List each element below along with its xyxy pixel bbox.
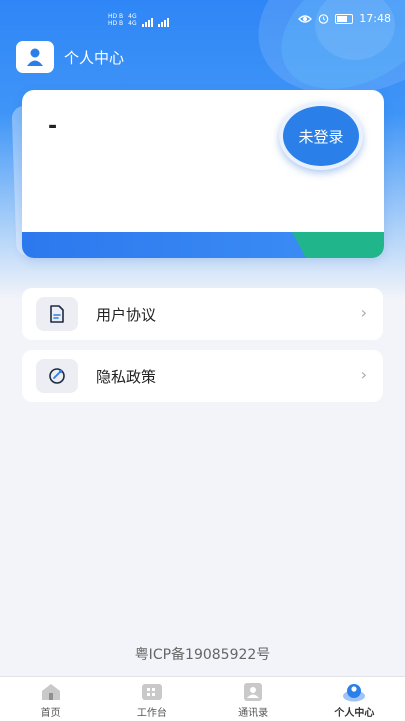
sim1-signal: HD B HD B (108, 14, 123, 27)
tab-workbench[interactable]: 工作台 (101, 677, 202, 721)
avatar (16, 41, 54, 73)
network-type: 4G 4G (128, 14, 136, 27)
card-band-blue (22, 232, 322, 258)
contacts-icon (244, 683, 263, 701)
profile-icon (343, 684, 366, 702)
shield-icon (36, 359, 78, 393)
user-icon (27, 48, 43, 66)
home-icon (41, 684, 60, 700)
menu-item-user-agreement[interactable]: 用户协议 › (22, 288, 383, 340)
menu-item-label: 隐私政策 (96, 368, 157, 386)
page-header: 个人中心 (16, 41, 125, 73)
signal-bars-icon (141, 18, 153, 27)
chevron-right-icon: › (360, 303, 367, 322)
signal-bars-icon (157, 18, 169, 27)
status-right: 17:48 (298, 12, 391, 25)
login-button[interactable]: 未登录 (279, 102, 363, 170)
eye-icon (298, 14, 313, 23)
user-name: - (48, 114, 58, 139)
page-title: 个人中心 (64, 48, 125, 67)
tab-label: 工作台 (136, 708, 167, 719)
tab-label: 个人中心 (334, 708, 375, 719)
tab-label: 首页 (40, 708, 61, 719)
status-bar: HD B HD B 4G 4G 17:48 (0, 0, 405, 40)
sim2-network: 4G (128, 20, 137, 27)
icp-record: 粤ICP备19085922号 (134, 647, 271, 663)
card-band-green (292, 232, 384, 258)
signal-indicators: HD B HD B 4G 4G (108, 14, 169, 27)
profile-card: - 未登录 (22, 90, 384, 258)
chevron-right-icon: › (360, 365, 367, 384)
document-icon (36, 297, 78, 331)
tab-profile[interactable]: 个人中心 (304, 677, 405, 721)
grid-icon (141, 684, 162, 700)
alarm-icon (318, 14, 329, 24)
menu-item-privacy-policy[interactable]: 隐私政策 › (22, 350, 383, 402)
tab-label: 通讯录 (238, 708, 269, 719)
tab-bar: 首页 工作台 通讯录 个人中心 (0, 676, 405, 721)
tab-contacts[interactable]: 通讯录 (203, 677, 304, 721)
sim2-label: HD B (108, 20, 124, 27)
tab-home[interactable]: 首页 (0, 677, 101, 721)
clock: 17:48 (359, 12, 391, 25)
menu-item-label: 用户协议 (96, 306, 157, 324)
battery-icon (335, 13, 354, 24)
